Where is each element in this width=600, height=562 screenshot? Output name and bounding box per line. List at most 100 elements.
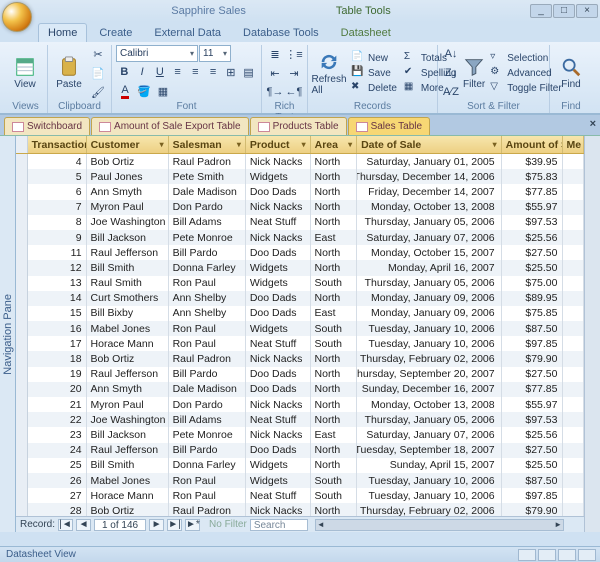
align-right-button[interactable]: ≡ [205, 63, 222, 81]
col-me[interactable]: Me [563, 136, 584, 153]
align-left-button[interactable]: ≡ [169, 63, 186, 81]
table-row[interactable]: 25Bill SmithDonna FarleyWidgetsNorthSund… [16, 458, 584, 473]
table-row[interactable]: 6Ann SmythDale MadisonDoo DadsNorthFrida… [16, 184, 584, 199]
view-button[interactable]: View [8, 56, 42, 90]
table-row[interactable]: 18Bob OrtizRaul PadronNick NacksNorthThu… [16, 351, 584, 366]
bullets-button[interactable]: ≣ [266, 45, 284, 63]
col-customer[interactable]: Customer▾ [87, 136, 169, 153]
tab-datasheet[interactable]: Datasheet [331, 23, 401, 42]
table-row[interactable]: 24Raul JeffersonBill PardoDoo DadsNorthT… [16, 443, 584, 458]
office-button[interactable] [2, 2, 32, 32]
find-button[interactable]: Find [554, 56, 588, 90]
col-transaction[interactable]: Transaction▾ [28, 136, 87, 153]
tab-database-tools[interactable]: Database Tools [233, 23, 329, 42]
doctab-switchboard[interactable]: Switchboard [4, 117, 90, 135]
record-navigator: Record: |◄ ◄ 1 of 146 ► ►| ►* No Filter … [16, 516, 584, 532]
view-design-icon[interactable] [578, 549, 596, 561]
nav-position[interactable]: 1 of 146 [94, 519, 146, 531]
tab-home[interactable]: Home [38, 23, 87, 42]
context-tab-title: Table Tools [336, 5, 391, 17]
outdent-button[interactable]: ⇤ [266, 64, 284, 82]
doctab-sales-table[interactable]: Sales Table [348, 117, 431, 135]
underline-button[interactable]: U [152, 63, 169, 81]
table-row[interactable]: 11Raul JeffersonBill PardoDoo DadsNorthM… [16, 245, 584, 260]
table-row[interactable]: 8Joe WashingtonBill AdamsNeat StuffNorth… [16, 215, 584, 230]
delete-record-button[interactable]: ✖Delete [349, 81, 399, 95]
search-box[interactable]: Search [250, 519, 308, 531]
fill-color-button[interactable]: 🪣 [135, 82, 153, 100]
numbers-button[interactable]: ⋮≡ [285, 45, 303, 63]
table-row[interactable]: 7Myron PaulDon PardoNick NacksNorthMonda… [16, 200, 584, 215]
format-painter-button[interactable]: 🖌 [89, 83, 107, 101]
app-title: Sapphire Sales [171, 5, 246, 17]
grid-color-button[interactable]: ▦ [154, 82, 172, 100]
table-row[interactable]: 22Joe WashingtonBill AdamsNeat StuffNort… [16, 412, 584, 427]
nav-new-button[interactable]: ►* [185, 519, 200, 531]
view-datasheet-icon[interactable] [518, 549, 536, 561]
col-product[interactable]: Product▾ [246, 136, 311, 153]
grid-body[interactable]: 4Bob OrtizRaul PadronNick NacksNorthSatu… [16, 154, 584, 516]
col-salesman[interactable]: Salesman▾ [169, 136, 246, 153]
close-button[interactable]: × [576, 4, 598, 18]
view-pivot-icon[interactable] [538, 549, 556, 561]
col-date[interactable]: Date of Sale▾ [357, 136, 502, 153]
col-amount[interactable]: Amount of Sale▾ [502, 136, 563, 153]
doctab-products-table[interactable]: Products Table [250, 117, 347, 135]
sort-asc-button[interactable]: A↓ [442, 45, 460, 63]
table-row[interactable]: 19Raul JeffersonBill PardoDoo DadsNorthT… [16, 367, 584, 382]
nav-next-button[interactable]: ► [149, 519, 164, 531]
horizontal-scrollbar[interactable] [315, 519, 564, 531]
table-row[interactable]: 4Bob OrtizRaul PadronNick NacksNorthSatu… [16, 154, 584, 169]
close-tab-button[interactable]: × [590, 118, 596, 130]
bold-button[interactable]: B [116, 63, 133, 81]
table-icon [99, 122, 111, 132]
view-chart-icon[interactable] [558, 549, 576, 561]
nav-prev-button[interactable]: ◄ [76, 519, 91, 531]
table-row[interactable]: 9Bill JacksonPete MonroeNick NacksEastSa… [16, 230, 584, 245]
vertical-scrollbar[interactable] [584, 136, 600, 532]
table-row[interactable]: 27Horace MannRon PaulNeat StuffSouthTues… [16, 488, 584, 503]
filter-button[interactable]: Filter [463, 56, 485, 90]
altrow-button[interactable]: ▤ [240, 63, 257, 81]
align-center-button[interactable]: ≡ [187, 63, 204, 81]
font-name-combo[interactable]: Calibri▾ [116, 45, 198, 62]
table-row[interactable]: 17Horace MannRon PaulNeat StuffSouthTues… [16, 336, 584, 351]
table-row[interactable]: 28Bob OrtizRaul PadronNick NacksNorthThu… [16, 503, 584, 516]
gridlines-button[interactable]: ⊞ [223, 63, 240, 81]
nav-last-button[interactable]: ►| [167, 519, 182, 531]
table-row[interactable]: 5Paul JonesPete SmithWidgetsNorthThursda… [16, 169, 584, 184]
table-row[interactable]: 21Myron PaulDon PardoNick NacksNorthMond… [16, 397, 584, 412]
tab-external-data[interactable]: External Data [144, 23, 231, 42]
sort-desc-button[interactable]: Z↓ [442, 64, 460, 82]
table-row[interactable]: 16Mabel JonesRon PaulWidgetsSouthTuesday… [16, 321, 584, 336]
cut-button[interactable]: ✂ [89, 45, 107, 63]
ltr-button[interactable]: ¶→ [266, 83, 284, 101]
table-row[interactable]: 26Mabel JonesRon PaulWidgetsSouthTuesday… [16, 473, 584, 488]
table-row[interactable]: 13Raul SmithRon PaulWidgetsSouthThursday… [16, 276, 584, 291]
paste-button[interactable]: Paste [52, 56, 86, 90]
doctab-export-table[interactable]: Amount of Sale Export Table [91, 117, 249, 135]
refresh-all-button[interactable]: Refresh All [312, 51, 346, 96]
table-row[interactable]: 15Bill BixbyAnn ShelbyDoo DadsEastMonday… [16, 306, 584, 321]
save-record-button[interactable]: 💾Save [349, 66, 399, 80]
table-row[interactable]: 14Curt SmothersAnn ShelbyDoo DadsNorthMo… [16, 291, 584, 306]
col-area[interactable]: Area▾ [311, 136, 357, 153]
ribbon-tabstrip: Home Create External Data Database Tools… [0, 22, 600, 42]
navigation-pane-collapsed[interactable]: Navigation Pane [0, 136, 16, 532]
nav-first-button[interactable]: |◄ [58, 519, 73, 531]
indent-button[interactable]: ⇥ [285, 64, 303, 82]
table-row[interactable]: 12Bill SmithDonna FarleyWidgetsNorthMond… [16, 260, 584, 275]
status-bar: Datasheet View [0, 546, 600, 562]
copy-button[interactable]: 📄 [89, 64, 107, 82]
tab-create[interactable]: Create [89, 23, 142, 42]
maximize-button[interactable]: □ [553, 4, 575, 18]
font-color-button[interactable]: A [116, 82, 134, 100]
new-record-button[interactable]: 📄New [349, 51, 399, 65]
rtl-button[interactable]: ←¶ [285, 83, 303, 101]
table-row[interactable]: 23Bill JacksonPete MonroeNick NacksEastS… [16, 427, 584, 442]
clear-sort-button[interactable]: A⁄Z [442, 83, 460, 101]
table-row[interactable]: 20Ann SmythDale MadisonDoo DadsNorthSund… [16, 382, 584, 397]
minimize-button[interactable]: _ [530, 4, 552, 18]
font-size-combo[interactable]: 11▾ [199, 45, 231, 62]
italic-button[interactable]: I [134, 63, 151, 81]
